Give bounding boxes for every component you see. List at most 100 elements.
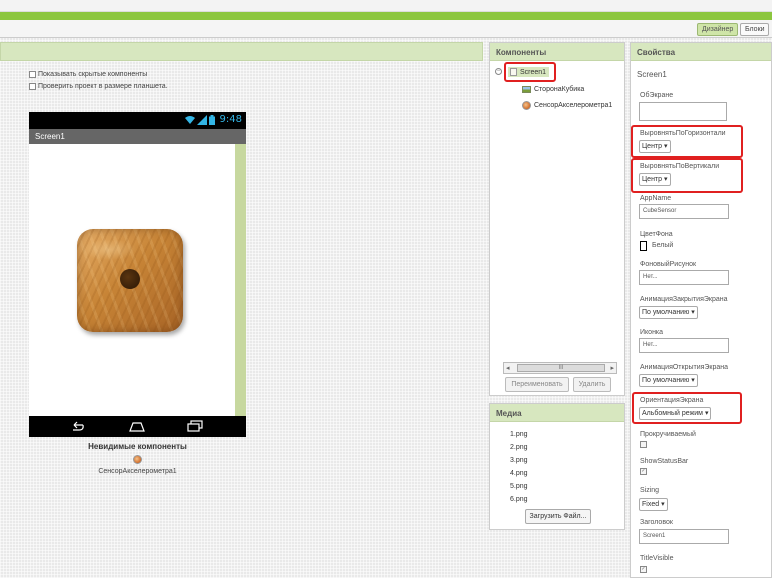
appname-label: AppName — [640, 195, 672, 202]
collapse-tree-icon[interactable]: − — [495, 68, 502, 75]
tree-item-label: Screen1 — [520, 68, 547, 76]
checkbox-icon[interactable] — [29, 83, 36, 90]
bgimage-input[interactable]: Нет... — [639, 270, 729, 285]
align-vertical-value: Центр — [642, 176, 663, 183]
title-visible-checkbox[interactable]: ✓ — [640, 566, 647, 573]
chevron-down-icon: ▾ — [664, 176, 668, 183]
scroll-thumb[interactable]: III — [517, 364, 605, 372]
open-animation-value: По умолчанию — [642, 377, 690, 384]
close-animation-label: АнимацияЗакрытияЭкрана — [640, 296, 728, 303]
show-statusbar-label: ShowStatusBar — [640, 458, 689, 465]
scrollable-label: Прокручиваемый — [640, 431, 696, 438]
phone-status-bar: 9:48 — [29, 112, 246, 129]
close-animation-select[interactable]: По умолчанию ▾ — [639, 306, 698, 319]
components-title: Компоненты — [496, 48, 547, 57]
title-input[interactable]: Screen1 — [639, 529, 729, 544]
tree-item-label: СенсорАкселерометра1 — [534, 102, 613, 109]
phone-title-bar: Screen1 — [29, 129, 246, 144]
viewer-panel: Показывать скрытые компоненты Проверить … — [0, 42, 483, 578]
designer-button[interactable]: Дизайнер — [697, 23, 738, 36]
media-panel: Медиа 1.png 2.png 3.png 4.png 5.png 6.pn… — [489, 403, 625, 530]
bgimage-label: ФоновыйРисунок — [640, 261, 697, 268]
media-title: Медиа — [496, 409, 522, 418]
align-horizontal-value: Центр — [642, 143, 663, 150]
bgcolor-value[interactable]: Белый — [652, 242, 673, 249]
sizing-value: Fixed — [642, 501, 660, 508]
browser-top-strip — [0, 0, 772, 12]
align-vertical-select[interactable]: Центр ▾ — [639, 173, 671, 186]
about-screen-textarea[interactable] — [639, 102, 727, 121]
media-file-item[interactable]: 6.png — [510, 496, 528, 503]
recent-apps-icon — [187, 420, 203, 432]
cube-face-image[interactable] — [77, 229, 183, 332]
align-horizontal-label: ВыровнятьПоГоризонтали — [640, 130, 726, 137]
tree-item-label: СторонаКубика — [534, 86, 585, 93]
blocks-button[interactable]: Блоки — [740, 23, 769, 36]
components-header: Компоненты — [490, 43, 624, 61]
battery-icon — [208, 114, 215, 125]
checkbox-icon[interactable] — [29, 71, 36, 78]
scrollable-checkbox[interactable] — [640, 441, 647, 448]
chevron-down-icon: ▾ — [691, 377, 695, 384]
phone-screen-title: Screen1 — [35, 132, 65, 141]
media-file-item[interactable]: 3.png — [510, 457, 528, 464]
rename-button[interactable]: Переименовать — [505, 377, 569, 392]
bgcolor-label: ЦветФона — [640, 231, 673, 238]
media-header: Медиа — [490, 404, 624, 422]
tree-item-screen1[interactable]: Screen1 — [508, 67, 550, 77]
scroll-right-icon[interactable]: ▸ — [610, 364, 614, 372]
components-panel: Компоненты − Screen1 СторонаКубика Сенсо… — [489, 42, 625, 396]
invisible-component-item[interactable]: СенсорАкселерометра1 — [29, 468, 246, 475]
show-hidden-checkbox[interactable]: Показывать скрытые компоненты — [29, 71, 147, 78]
delete-button[interactable]: Удалить — [573, 377, 611, 392]
invisible-components-title: Невидимые компоненты — [88, 442, 187, 451]
cube-pip — [120, 269, 140, 289]
signal-icon — [196, 114, 207, 125]
phone-clock: 9:48 — [219, 114, 242, 125]
phone-preview: 9:48 Screen1 — [29, 112, 246, 437]
scroll-left-icon[interactable]: ◂ — [506, 364, 510, 372]
properties-header: Свойства — [631, 43, 771, 61]
show-hidden-label: Показывать скрытые компоненты — [38, 71, 148, 78]
viewer-header — [0, 42, 483, 61]
media-file-item[interactable]: 5.png — [510, 483, 528, 490]
icon-label: Иконка — [640, 329, 664, 336]
properties-panel: Свойства Screen1 ОбЭкране ВыровнятьПоГор… — [630, 42, 772, 578]
upload-file-button[interactable]: Загрузить Файл... — [525, 509, 591, 524]
components-horizontal-scrollbar[interactable]: ◂ III ▸ — [503, 362, 617, 374]
orientation-select[interactable]: Альбомный режим ▾ — [639, 407, 712, 420]
toolbar: Дизайнер Блоки — [0, 20, 772, 38]
about-screen-label: ОбЭкране — [640, 92, 674, 99]
align-horizontal-select[interactable]: Центр ▾ — [639, 140, 671, 153]
properties-title: Свойства — [637, 48, 676, 57]
title-visible-label: TitleVisible — [640, 555, 674, 562]
chevron-down-icon: ▾ — [661, 501, 665, 508]
show-statusbar-checkbox[interactable]: ✓ — [640, 468, 647, 475]
tree-item-accelerometer[interactable]: СенсорАкселерометра1 — [522, 101, 612, 110]
chevron-down-icon: ▾ — [691, 309, 695, 316]
phone-screen[interactable] — [29, 144, 235, 416]
accelerometer-icon — [133, 455, 142, 464]
screen-icon — [510, 68, 517, 76]
align-vertical-label: ВыровнятьПоВертикали — [640, 163, 720, 170]
home-icon — [129, 422, 145, 432]
orientation-label: ОриентацияЭкрана — [640, 397, 704, 404]
sizing-select[interactable]: Fixed ▾ — [639, 498, 668, 511]
back-icon — [73, 421, 84, 431]
sizing-label: Sizing — [640, 487, 660, 494]
phone-nav-bar — [29, 416, 246, 437]
tree-item-cube-face[interactable]: СторонаКубика — [522, 86, 584, 93]
chevron-down-icon: ▾ — [704, 410, 709, 417]
open-animation-label: АнимацияОткрытияЭкрана — [640, 364, 729, 371]
appname-input[interactable]: CubeSensor — [639, 204, 729, 219]
media-file-item[interactable]: 2.png — [510, 444, 528, 451]
wifi-icon — [184, 115, 195, 124]
tablet-size-checkbox[interactable]: Проверить проект в размере планшета. — [29, 83, 168, 90]
bgcolor-swatch[interactable] — [640, 241, 647, 251]
image-icon — [522, 86, 531, 93]
icon-input[interactable]: Нет... — [639, 338, 729, 353]
media-file-item[interactable]: 1.png — [510, 431, 528, 438]
open-animation-select[interactable]: По умолчанию ▾ — [639, 374, 698, 387]
viewer-body: Показывать скрытые компоненты Проверить … — [0, 61, 483, 578]
media-file-item[interactable]: 4.png — [510, 470, 528, 477]
